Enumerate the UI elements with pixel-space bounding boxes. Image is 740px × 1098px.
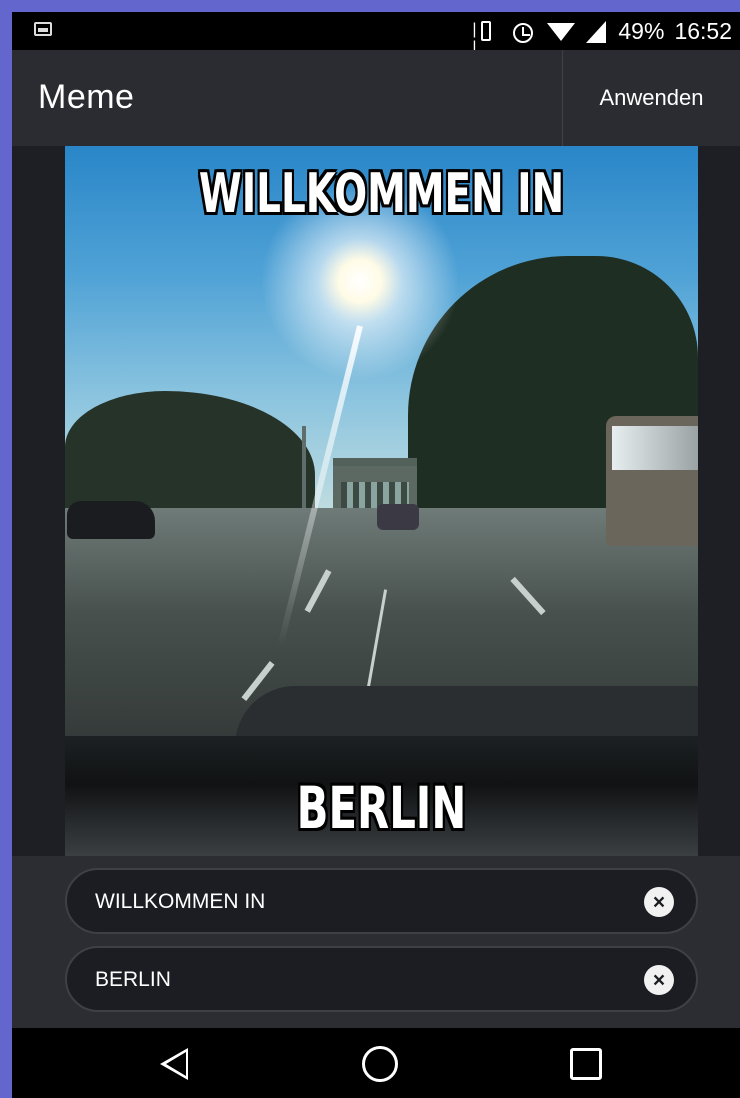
gallery-notification-icon	[34, 22, 52, 36]
page-title: Meme	[38, 78, 135, 116]
photo-car-ahead	[377, 504, 419, 530]
top-text-value: WILLKOMMEN IN	[95, 890, 266, 913]
meme-preview-area: WILLKOMMEN IN BERLIN	[12, 146, 740, 856]
text-fields-panel: WILLKOMMEN IN × BERLIN ×	[12, 856, 740, 1028]
meme-top-text: WILLKOMMEN IN	[198, 162, 565, 225]
apply-button[interactable]: Anwenden	[562, 50, 740, 146]
photo-brandenburg-gate	[333, 458, 417, 508]
meme-image: WILLKOMMEN IN BERLIN	[65, 146, 698, 856]
home-icon[interactable]	[362, 1046, 398, 1082]
screen-frame-left	[0, 0, 12, 1098]
screen-frame-top	[0, 0, 740, 12]
bottom-text-field[interactable]: BERLIN ×	[65, 946, 698, 1012]
photo-car-left	[67, 501, 155, 539]
photo-tv-tower	[302, 426, 306, 516]
signal-icon	[586, 19, 608, 45]
lane-marking	[304, 569, 332, 613]
bottom-text-value: BERLIN	[95, 968, 171, 991]
top-text-field[interactable]: WILLKOMMEN IN ×	[65, 868, 698, 934]
meme-bottom-text: BERLIN	[296, 774, 467, 842]
lane-marking	[510, 576, 546, 616]
app-bar: Meme Anwenden	[12, 50, 740, 146]
status-bar: 49% 16:52	[12, 12, 740, 57]
battery-percentage: 49%	[618, 18, 665, 44]
clear-icon[interactable]: ×	[644, 965, 674, 995]
vibrate-icon	[472, 19, 500, 57]
wifi-icon	[546, 19, 576, 45]
clear-icon[interactable]: ×	[644, 887, 674, 917]
phone-screen: 49% 16:52 Meme Anwenden	[12, 12, 740, 1098]
recents-icon[interactable]	[570, 1048, 602, 1080]
back-icon[interactable]	[160, 1048, 188, 1080]
photo-bus	[606, 416, 698, 546]
clock: 16:52	[674, 18, 732, 44]
navigation-bar	[12, 1028, 740, 1098]
status-right-group: 49% 16:52	[472, 18, 732, 57]
alarm-icon	[510, 19, 536, 45]
